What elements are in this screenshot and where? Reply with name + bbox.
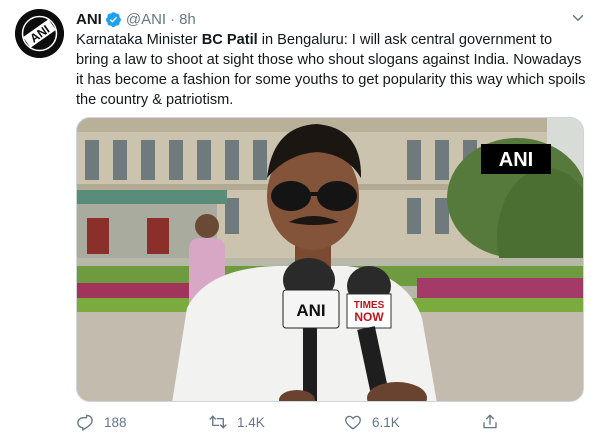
heart-icon [345,415,361,430]
tweet-actions: 188 1.4K 6.1K [76,410,596,434]
media-watermark-text: ANI [499,149,533,171]
verified-badge-icon [105,11,121,27]
tweet-timestamp[interactable]: 8h [179,11,196,28]
reply-button[interactable]: 188 [76,413,127,431]
author-handle[interactable]: @ANI [126,11,166,28]
mic-ani-label: ANI [296,301,325,320]
reply-icon [77,414,93,431]
retweet-count: 1.4K [237,414,265,430]
tweet-media-video[interactable]: ANI ANI TIMES NOW [76,117,584,402]
chevron-down-icon[interactable] [569,9,587,27]
author-name[interactable]: ANI [76,11,102,28]
tweet-text: Karnataka Minister BC Patil in Bengaluru… [76,30,586,110]
mic-now-label: NOW [354,310,384,324]
retweet-icon [209,415,227,429]
like-count: 6.1K [372,414,400,430]
separator-dot: · [170,10,176,28]
author-avatar[interactable]: ANI [15,9,64,58]
media-frame: ANI ANI TIMES NOW [77,118,583,401]
tweet-header: ANI @ANI · 8h [76,9,196,29]
tweet-card[interactable]: ANI ANI @ANI · 8h Karnataka Minister BC … [0,0,603,439]
like-button[interactable]: 6.1K [344,413,400,431]
reply-count: 188 [104,414,127,430]
share-button[interactable] [481,413,499,431]
retweet-button[interactable]: 1.4K [209,413,265,431]
tweet-text-prefix: Karnataka Minister [76,32,202,48]
tweet-text-bold: BC Patil [201,32,258,48]
ani-logo-icon: ANI [15,9,64,58]
share-icon [483,414,497,429]
